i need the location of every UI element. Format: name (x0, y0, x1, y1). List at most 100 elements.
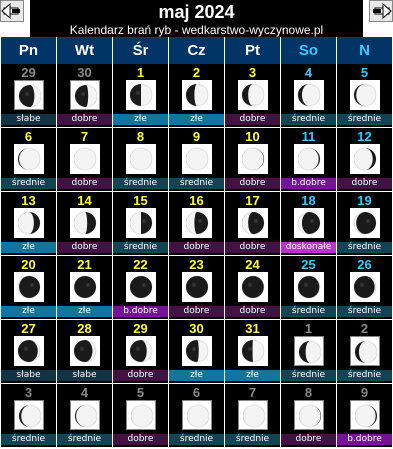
day-cell[interactable]: 19 średnie (337, 192, 392, 255)
day-number: 16 (189, 193, 204, 208)
day-cell[interactable]: 14 dobre (57, 192, 112, 255)
day-cell[interactable]: 30 złe (169, 320, 224, 383)
day-cell[interactable]: 25 średnie (281, 256, 336, 319)
moon-phase-icon (182, 400, 212, 430)
fishing-rating: b.dobre (281, 178, 336, 189)
moon-phase-icon (350, 208, 380, 238)
day-cell[interactable]: 1 złe (113, 64, 168, 127)
fishing-rating: średnie (169, 434, 224, 445)
day-number: 8 (136, 129, 145, 144)
fishing-rating: dobre (57, 178, 112, 189)
moon-phase-icon (70, 208, 100, 238)
day-number: 1 (136, 65, 145, 80)
moon-phase-icon (294, 336, 324, 366)
fishing-rating: słabe (1, 370, 56, 381)
fishing-rating: średnie (225, 434, 280, 445)
day-cell[interactable]: 23 dobre (169, 256, 224, 319)
day-cell[interactable]: 3 średnie (1, 384, 56, 447)
moon-phase-icon (182, 272, 212, 302)
day-cell[interactable]: 11 b.dobre (281, 128, 336, 191)
moon-phase-icon (126, 80, 156, 110)
moon-phase-icon (14, 400, 44, 430)
day-cell[interactable]: 5 średnie (337, 64, 392, 127)
moon-phase-icon (238, 272, 268, 302)
day-cell[interactable]: 5 dobre (113, 384, 168, 447)
day-cell[interactable]: 16 dobre (169, 192, 224, 255)
moon-phase-icon (70, 272, 100, 302)
moon-phase-icon (238, 144, 268, 174)
day-number: 21 (77, 257, 92, 272)
day-number: 6 (24, 129, 33, 144)
day-cell[interactable]: 20 złe (1, 256, 56, 319)
fishing-rating: średnie (337, 242, 392, 253)
day-cell[interactable]: 12 dobre (337, 128, 392, 191)
day-cell[interactable]: 22 b.dobre (113, 256, 168, 319)
day-cell[interactable]: 6 średnie (169, 384, 224, 447)
month-title: maj 2024 (30, 0, 363, 24)
day-cell[interactable]: 17 dobre (225, 192, 280, 255)
day-cell[interactable]: 2 średnie (337, 320, 392, 383)
day-cell[interactable]: 30 dobre (57, 64, 112, 127)
day-cell[interactable]: 26 średnie (337, 256, 392, 319)
day-number: 30 (77, 65, 92, 80)
day-number: 29 (21, 65, 36, 80)
weekday-friday: Pt (225, 37, 280, 64)
next-month-button[interactable] (369, 0, 393, 22)
fishing-rating: słabe (57, 370, 112, 381)
fishing-rating: złe (113, 114, 168, 125)
previous-month-button[interactable] (0, 0, 24, 22)
day-number: 30 (189, 321, 204, 336)
calendar-header: maj 2024 Kalendarz brań ryb - wedkarstwo… (0, 0, 393, 37)
day-cell[interactable]: 1 średnie (281, 320, 336, 383)
day-cell[interactable]: 2 złe (169, 64, 224, 127)
day-cell[interactable]: 6 średnie (1, 128, 56, 191)
moon-phase-icon (350, 80, 380, 110)
moon-phase-icon (70, 336, 100, 366)
weekday-tuesday: Wt (57, 37, 112, 64)
fishing-rating: złe (169, 114, 224, 125)
day-cell[interactable]: 29 słabe (1, 64, 56, 127)
day-cell[interactable]: 28 słabe (57, 320, 112, 383)
fishing-rating: dobre (225, 178, 280, 189)
fishing-rating: dobre (57, 114, 112, 125)
day-cell[interactable]: 8 średnie (113, 128, 168, 191)
day-cell[interactable]: 24 dobre (225, 256, 280, 319)
day-cell[interactable]: 21 złe (57, 256, 112, 319)
day-cell[interactable]: 4 średnie (281, 64, 336, 127)
fishing-rating: doskonałe (281, 242, 336, 253)
day-cell[interactable]: 15 średnie (113, 192, 168, 255)
moon-phase-icon (70, 400, 100, 430)
moon-phase-icon (14, 144, 44, 174)
weekday-thursday: Cz (169, 37, 224, 64)
day-cell[interactable]: 27 słabe (1, 320, 56, 383)
day-cell[interactable]: 4 średnie (57, 384, 112, 447)
day-cell[interactable]: 7 średnie (225, 384, 280, 447)
fishing-rating: złe (169, 370, 224, 381)
day-number: 9 (360, 385, 369, 400)
moon-phase-icon (294, 208, 324, 238)
day-number: 19 (357, 193, 372, 208)
day-cell[interactable]: 29 dobre (113, 320, 168, 383)
day-cell[interactable]: 10 dobre (225, 128, 280, 191)
moon-phase-icon (14, 336, 44, 366)
day-cell[interactable]: 18 doskonałe (281, 192, 336, 255)
fishing-rating: dobre (169, 242, 224, 253)
fishing-rating: średnie (281, 114, 336, 125)
fishing-rating: dobre (225, 242, 280, 253)
day-number: 23 (189, 257, 204, 272)
day-cell[interactable]: 7 dobre (57, 128, 112, 191)
fishing-rating: b.dobre (113, 306, 168, 317)
day-cell[interactable]: 9 b.dobre (337, 384, 392, 447)
fishing-rating: średnie (337, 114, 392, 125)
weekday-monday: Pn (1, 37, 56, 64)
day-cell[interactable]: 3 dobre (225, 64, 280, 127)
day-cell[interactable]: 9 średnie (169, 128, 224, 191)
fishing-rating: b.dobre (337, 434, 392, 445)
day-number: 12 (357, 129, 372, 144)
fishing-rating: dobre (281, 434, 336, 445)
day-cell[interactable]: 8 dobre (281, 384, 336, 447)
day-number: 2 (360, 321, 369, 336)
day-cell[interactable]: 13 złe (1, 192, 56, 255)
day-cell[interactable]: 31 złe (225, 320, 280, 383)
day-number: 3 (24, 385, 33, 400)
